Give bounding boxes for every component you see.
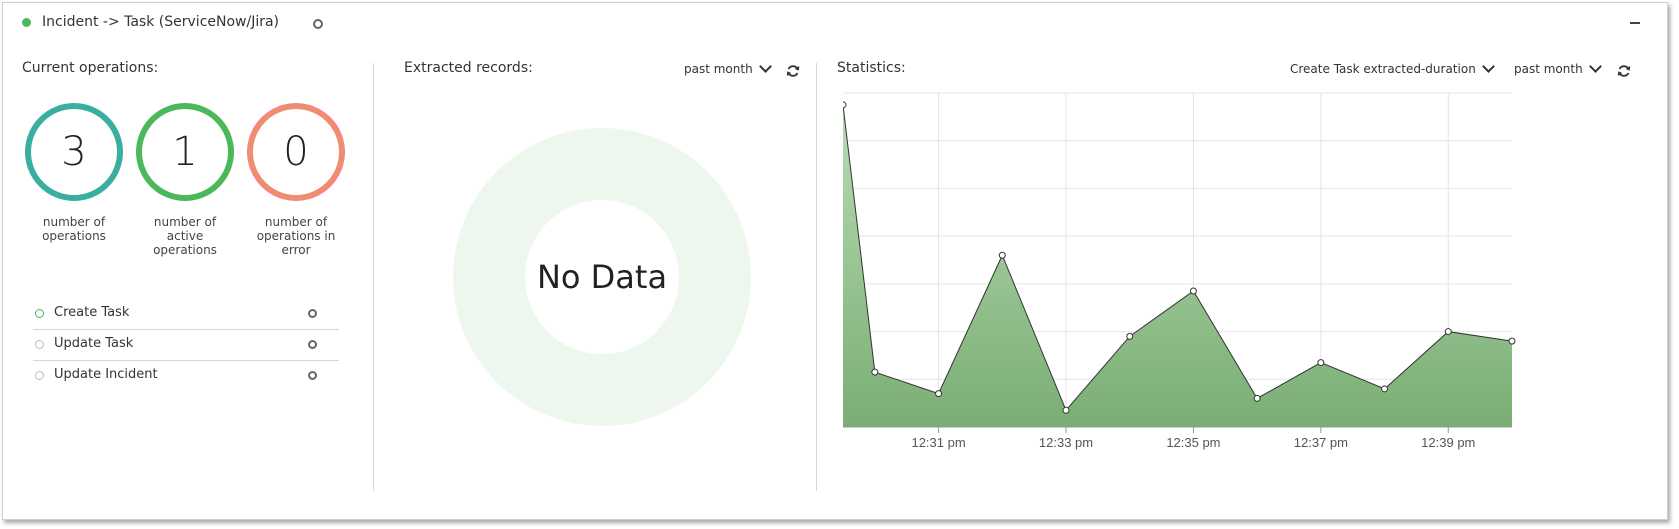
current-operations-label: Current operations:	[22, 60, 159, 76]
metric-operations: 3 number of operations	[24, 103, 124, 243]
no-data-text: No Data	[536, 258, 668, 296]
metric-ring: 1	[136, 103, 234, 201]
operation-gear-icon[interactable]	[308, 309, 317, 318]
data-point[interactable]	[1062, 406, 1070, 414]
data-point[interactable]	[1444, 328, 1452, 336]
operation-name: Update Incident	[54, 367, 158, 382]
metric-error-operations: 0 number of operations in error	[246, 103, 346, 257]
metric-caption: number of operations	[42, 215, 106, 243]
period-label: past month	[1514, 62, 1583, 76]
statistics-label: Statistics:	[837, 60, 906, 76]
panel-title: Incident -> Task (ServiceNow/Jira)	[42, 14, 280, 30]
section-divider	[816, 63, 817, 491]
metric-ring: 0	[247, 103, 345, 201]
metric-ring: 3	[25, 103, 123, 201]
metric-active-operations: 1 number of active operations	[135, 103, 235, 257]
metric-value: 3	[61, 129, 87, 175]
data-point[interactable]	[839, 101, 847, 109]
x-tick-label: 12:33 pm	[1039, 435, 1093, 450]
operation-item-update-incident[interactable]: Update Incident	[33, 361, 339, 392]
operation-item-create-task[interactable]: Create Task	[33, 299, 339, 330]
incident-task-panel: Incident -> Task (ServiceNow/Jira) Curre…	[2, 2, 1668, 520]
x-tick-label: 12:39 pm	[1421, 435, 1475, 450]
panel-header: Incident -> Task (ServiceNow/Jira)	[3, 3, 1667, 41]
x-tick-label: 12:31 pm	[911, 435, 965, 450]
chevron-down-icon	[1481, 60, 1495, 73]
data-point[interactable]	[1317, 359, 1325, 367]
operation-status-dot	[35, 340, 44, 349]
chevron-down-icon	[758, 60, 772, 73]
period-label: past month	[684, 62, 753, 76]
metric-value: 1	[172, 129, 198, 175]
metric-value: 0	[283, 129, 309, 175]
extracted-period-dropdown[interactable]: past month	[684, 60, 772, 76]
status-dot	[22, 18, 31, 27]
minimize-button[interactable]	[1628, 13, 1642, 29]
metric-caption: number of active operations	[153, 215, 217, 257]
metric-caption: number of operations in error	[256, 215, 336, 257]
chevron-down-icon	[1588, 60, 1602, 73]
x-tick-label: 12:35 pm	[1166, 435, 1220, 450]
statistics-chart: 1040106010801100112011401160118012:31 pm…	[798, 86, 1613, 501]
operation-name: Update Task	[54, 336, 134, 351]
extracted-records-donut: No Data	[453, 128, 751, 426]
metric-select-label: Create Task extracted-duration	[1290, 62, 1476, 76]
statistics-metric-dropdown[interactable]: Create Task extracted-duration	[1290, 60, 1495, 76]
data-point[interactable]	[1253, 394, 1261, 402]
data-point[interactable]	[998, 251, 1006, 259]
series-area	[843, 104, 1512, 427]
data-point[interactable]	[1508, 337, 1516, 345]
operation-gear-icon[interactable]	[308, 371, 317, 380]
operations-list: Create Task Update Task Update Incident	[33, 299, 339, 392]
operation-status-dot	[35, 371, 44, 380]
operation-status-dot	[35, 309, 44, 318]
settings-gear-icon[interactable]	[313, 19, 323, 29]
refresh-icon[interactable]	[786, 64, 800, 78]
data-point[interactable]	[871, 368, 879, 376]
data-point[interactable]	[1126, 332, 1134, 340]
operation-item-update-task[interactable]: Update Task	[33, 330, 339, 361]
statistics-period-dropdown[interactable]: past month	[1514, 60, 1602, 76]
data-point[interactable]	[935, 390, 943, 398]
data-point[interactable]	[1381, 385, 1389, 393]
operation-gear-icon[interactable]	[308, 340, 317, 349]
refresh-icon[interactable]	[1617, 64, 1631, 78]
x-tick-label: 12:37 pm	[1294, 435, 1348, 450]
area-chart: 1040106010801100112011401160118012:31 pm…	[798, 86, 1516, 450]
data-point[interactable]	[1189, 287, 1197, 295]
section-divider	[373, 63, 374, 491]
extracted-records-label: Extracted records:	[404, 60, 533, 76]
operation-name: Create Task	[54, 305, 130, 320]
